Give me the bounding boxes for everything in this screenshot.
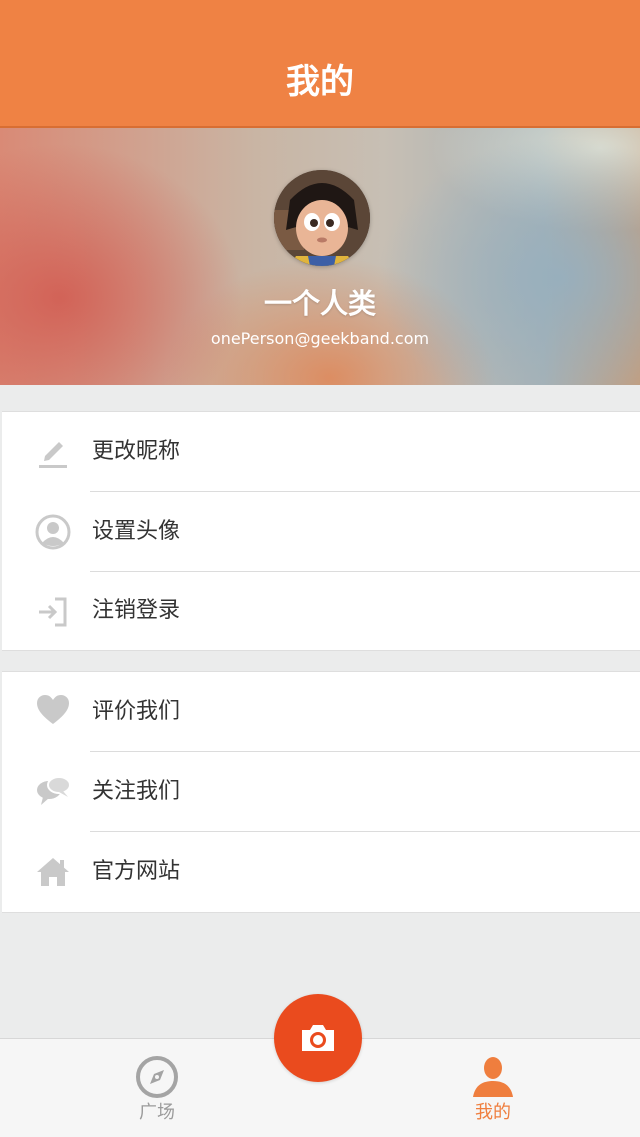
profile-header: 一个人类 onePerson@geekband.com — [0, 128, 640, 385]
heart-icon — [35, 692, 71, 728]
user-email: onePerson@geekband.com — [210, 329, 430, 348]
user-name: 一个人类 — [263, 287, 376, 320]
change-nickname-label: 更改昵称 — [92, 439, 181, 464]
rate-us-row[interactable]: 评价我们 — [2, 672, 640, 752]
compass-icon — [133, 1053, 181, 1101]
logout-icon — [35, 594, 71, 630]
pencil-icon — [35, 434, 71, 470]
chat-bubbles-icon — [35, 774, 71, 810]
change-nickname-row[interactable]: 更改昵称 — [2, 412, 640, 492]
set-avatar-label: 设置头像 — [92, 519, 181, 544]
page-title: 我的 — [286, 62, 354, 102]
home-icon — [35, 854, 71, 890]
account-settings-group: 更改昵称 设置头像 注销登录 — [2, 411, 640, 651]
user-circle-icon — [35, 514, 71, 550]
set-avatar-row[interactable]: 设置头像 — [2, 492, 640, 572]
about-group: 评价我们 关注我们 官方网站 — [2, 671, 640, 913]
camera-icon — [302, 1025, 334, 1051]
follow-us-row[interactable]: 关注我们 — [2, 752, 640, 832]
logout-row[interactable]: 注销登录 — [2, 572, 640, 650]
official-site-label: 官方网站 — [92, 859, 181, 884]
rate-us-label: 评价我们 — [92, 699, 181, 724]
tab-square-label: 广场 — [139, 1102, 175, 1123]
tab-mine-label: 我的 — [475, 1102, 511, 1123]
tab-mine[interactable]: 我的 — [433, 1039, 553, 1137]
logout-label: 注销登录 — [92, 598, 181, 623]
navigation-bar: 我的 — [0, 0, 640, 128]
follow-us-label: 关注我们 — [92, 779, 181, 804]
camera-button[interactable] — [274, 994, 362, 1082]
tab-square[interactable]: 广场 — [97, 1039, 217, 1137]
official-site-row[interactable]: 官方网站 — [2, 832, 640, 912]
person-icon — [469, 1053, 517, 1101]
avatar[interactable] — [274, 170, 370, 266]
